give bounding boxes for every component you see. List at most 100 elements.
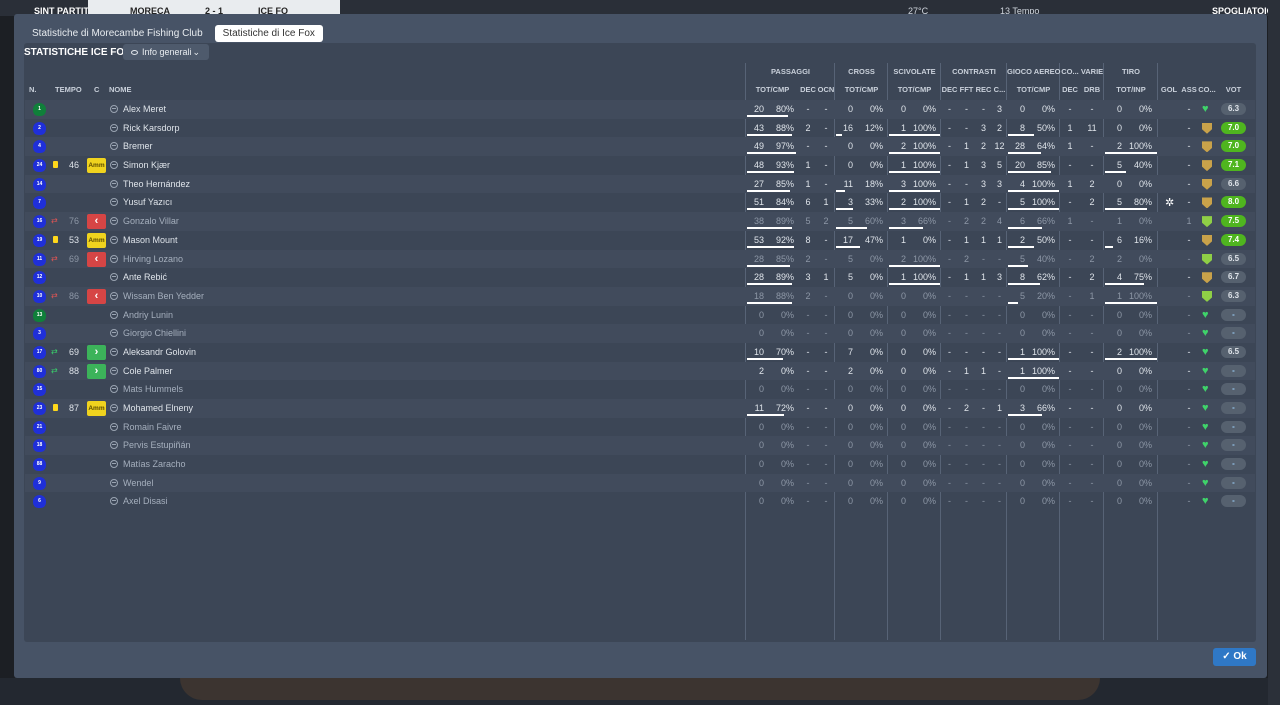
table-row[interactable]: 12 Ante Rebić 28 89% 3 1 5 0% 1 100% -1 1 3 8 62% -2 4 75… — [25, 268, 1255, 287]
stat-pd: - — [806, 365, 810, 376]
col-co-dec[interactable]: DEC — [1060, 81, 1080, 100]
table-row[interactable]: 2 Rick Karsdorp 43 88% 2-16 12% 1 100% - -3 2 8 50% 1… — [25, 119, 1255, 138]
col-aerial[interactable]: TOT/CMP — [1007, 81, 1060, 100]
event-time — [65, 119, 83, 138]
col-ocn[interactable]: OCN — [817, 81, 835, 100]
group-cross: CROSS — [848, 67, 875, 76]
player-name[interactable]: Giorgio Chiellini — [123, 324, 186, 343]
shirt-icon: 17 — [33, 345, 46, 359]
col-tackles[interactable]: TOT/CMP — [888, 81, 941, 100]
player-name[interactable]: Mats Hummels — [123, 380, 183, 399]
player-name[interactable]: Matías Zaracho — [123, 455, 186, 474]
table-row[interactable]: 11 ⇄ 69 ‹ Hirving Lozano 28 85% 2-5 0% 2 100% -2- -5… — [25, 249, 1255, 269]
player-name[interactable]: Wissam Ben Yedder — [123, 287, 204, 306]
shirt-icon: 88 — [33, 458, 46, 472]
table-row[interactable]: 14 Theo Hernández 27 85% 1-11 18% 3 100% - -3 3 4 10… — [25, 174, 1255, 194]
stat-ass: - — [1187, 104, 1191, 114]
stat-st: 0 — [900, 309, 906, 320]
table-row[interactable]: 10 ⇄ 86 ‹ Wissam Ben Yedder 18 88% 2-0 0% 0 0% - - - -… — [25, 286, 1255, 306]
table-row[interactable]: 3 Giorgio Chiellini 0 0% - - 0 0% 0 0% - - - - 0 0% - - 0 0… — [25, 324, 1255, 343]
col-rec[interactable]: REC — [975, 81, 992, 100]
table-row[interactable]: 17 ⇄ 69 › Aleksandr Golovin 10 70% - -7 0% 0 0% - - - -… — [25, 343, 1255, 362]
stat-ct: 0 — [847, 290, 853, 301]
col-time[interactable]: TEMPO — [55, 81, 82, 100]
player-name[interactable]: Aleksandr Golovin — [123, 343, 196, 362]
ok-button[interactable]: ✓ Ok — [1213, 648, 1256, 666]
stat-pd: - — [806, 440, 810, 451]
player-name[interactable]: Mason Mount — [123, 231, 178, 250]
stat-cdec: - — [948, 197, 951, 208]
player-name[interactable]: Romain Faivre — [123, 418, 182, 437]
col-fft[interactable]: FFT — [958, 81, 975, 100]
stat-cdec: - — [948, 365, 951, 376]
stat-pt: 0 — [758, 440, 764, 451]
percent-bar — [1008, 264, 1028, 267]
stat-ap: 0% — [1041, 459, 1055, 470]
stat-po: - — [824, 234, 828, 245]
percent-bar — [747, 189, 790, 192]
player-name[interactable]: Mohamed Elneny — [123, 399, 193, 418]
table-row[interactable]: 24 46 Amm Simon Kjær 48 93% 1-0 0% 1 100% -1 3 5 20 85… — [25, 156, 1255, 175]
col-pass-dec[interactable]: DEC — [799, 81, 817, 100]
player-name[interactable]: Bremer — [123, 137, 153, 156]
table-row[interactable]: 15 Mats Hummels 0 0% - -0 0% 0 0% - - - -0 0% - -0 0% - ♥ - — [25, 380, 1255, 399]
table-row[interactable]: 19 53 Amm Mason Mount 53 92% 8-17 47% 1 0% -1 1 1 2 50… — [25, 231, 1255, 250]
table-row[interactable]: 1 Alex Meret 20 80% - -0 0% 0 0% - - -3 0 0% - -0 0% - ♥ 6.… — [25, 100, 1255, 119]
stat-pt: 0 — [758, 384, 764, 395]
col-vot[interactable]: VOT — [1221, 81, 1246, 100]
table-row[interactable]: 6 Axel Disasi 0 0% - -0 0% 0 0% - - - -0 0% - -0 0% - ♥ - — [25, 492, 1255, 511]
background-pitch-area — [0, 678, 1280, 705]
subbed-on-icon: › — [87, 363, 106, 379]
player-name[interactable]: Ante Rebić — [123, 268, 167, 287]
tab-icefox-stats[interactable]: Statistiche di Ice Fox — [214, 25, 323, 42]
table-row[interactable]: 7 Yusuf Yazıcı 51 84% 6 1 3 33% 2 100% -1 2-5 100% -2… — [25, 193, 1255, 212]
player-name[interactable]: Cole Palmer — [123, 362, 173, 381]
table-row[interactable]: 80 ⇄ 88 › Cole Palmer 2 0% - -2 0% 0 0% -1 1-1 100% - -0… — [25, 361, 1255, 381]
player-name[interactable]: Rick Karsdorp — [123, 119, 180, 138]
percent-bar — [836, 245, 860, 248]
condition-heart-icon: ♥ — [1202, 439, 1209, 452]
player-name[interactable]: Axel Disasi — [123, 492, 168, 511]
table-row[interactable]: 13 Andriy Lunin 0 0% - -0 0% 0 0% - - - -0 0% - -0 0% - ♥ - — [25, 306, 1255, 325]
table-row[interactable]: 4 Bremer 49 97% - -0 0% 2 100% -1 2 12 28 64% 1-2 100% -… — [25, 137, 1255, 157]
group-varie: VARIE — [1080, 67, 1104, 76]
player-name[interactable]: Theo Hernández — [123, 175, 190, 194]
table-row[interactable]: 23 87 Amm Mohamed Elneny 11 72% - -0 0% 0 0% -2-1 3 6… — [25, 399, 1255, 418]
col-drb[interactable]: DRB — [1080, 81, 1104, 100]
stat-fft: - — [965, 440, 968, 451]
stat-pd: 1 — [805, 178, 811, 189]
col-num[interactable]: N. — [29, 81, 37, 100]
stat-cdec: - — [948, 309, 951, 320]
stat-ass: - — [1187, 403, 1191, 413]
col-name[interactable]: NOME — [109, 81, 132, 100]
player-name[interactable]: Yusuf Yazıcı — [123, 193, 172, 212]
player-name[interactable]: Wendel — [123, 474, 153, 493]
view-select[interactable]: Info generali ⌄ — [123, 44, 209, 60]
stat-pt: 0 — [758, 309, 764, 320]
player-name[interactable]: Gonzalo Villar — [123, 212, 179, 231]
col-gol[interactable]: GOL — [1158, 81, 1180, 100]
col-ass[interactable]: ASS — [1180, 81, 1198, 100]
stat-tt: 0 — [1116, 421, 1122, 432]
player-name[interactable]: Hirving Lozano — [123, 250, 183, 269]
table-row[interactable]: 9 Wendel 0 0% - -0 0% 0 0% - - - -0 0% - -0 0% - ♥ - — [25, 473, 1255, 493]
col-cc[interactable]: C... — [992, 81, 1007, 100]
player-name[interactable]: Simon Kjær — [123, 156, 170, 175]
col-c-dec[interactable]: DEC — [941, 81, 958, 100]
table-row[interactable]: 21 Romain Faivre 0 0% - -0 0% 0 0% - - - -0 0% - -0 0% - ♥… — [25, 418, 1255, 437]
player-name[interactable]: Alex Meret — [123, 100, 166, 119]
col-pass[interactable]: TOT/CMP — [746, 81, 799, 100]
stat-ass: - — [1187, 459, 1191, 470]
table-row[interactable]: 16 ⇄ 76 ‹ Gonzalo Villar 38 89% 5 2 5 60% 3 66% -2 2 4 6… — [25, 212, 1255, 231]
col-c[interactable]: C — [94, 81, 99, 100]
col-cross[interactable]: TOT/CMP — [835, 81, 888, 100]
col-shots[interactable]: TOT/INP — [1104, 81, 1158, 100]
player-name[interactable]: Pervis Estupiñán — [123, 436, 191, 455]
table-row[interactable]: 18 Pervis Estupiñán 0 0% - - 0 0% 0 0% - - - - 0 0% - - 0 0… — [25, 436, 1255, 456]
table-row[interactable]: 88 Matías Zaracho 0 0% - - 0 0% 0 0% - - - - 0 0% - - 0 0% -… — [25, 455, 1255, 474]
stat-fft: 1 — [963, 160, 969, 171]
stat-tp: 0% — [1138, 496, 1152, 507]
player-name[interactable]: Andriy Lunin — [123, 306, 173, 325]
col-co[interactable]: CO... — [1198, 81, 1216, 100]
tab-morecambe-stats[interactable]: Statistiche di Morecambe Fishing Club — [24, 25, 211, 42]
